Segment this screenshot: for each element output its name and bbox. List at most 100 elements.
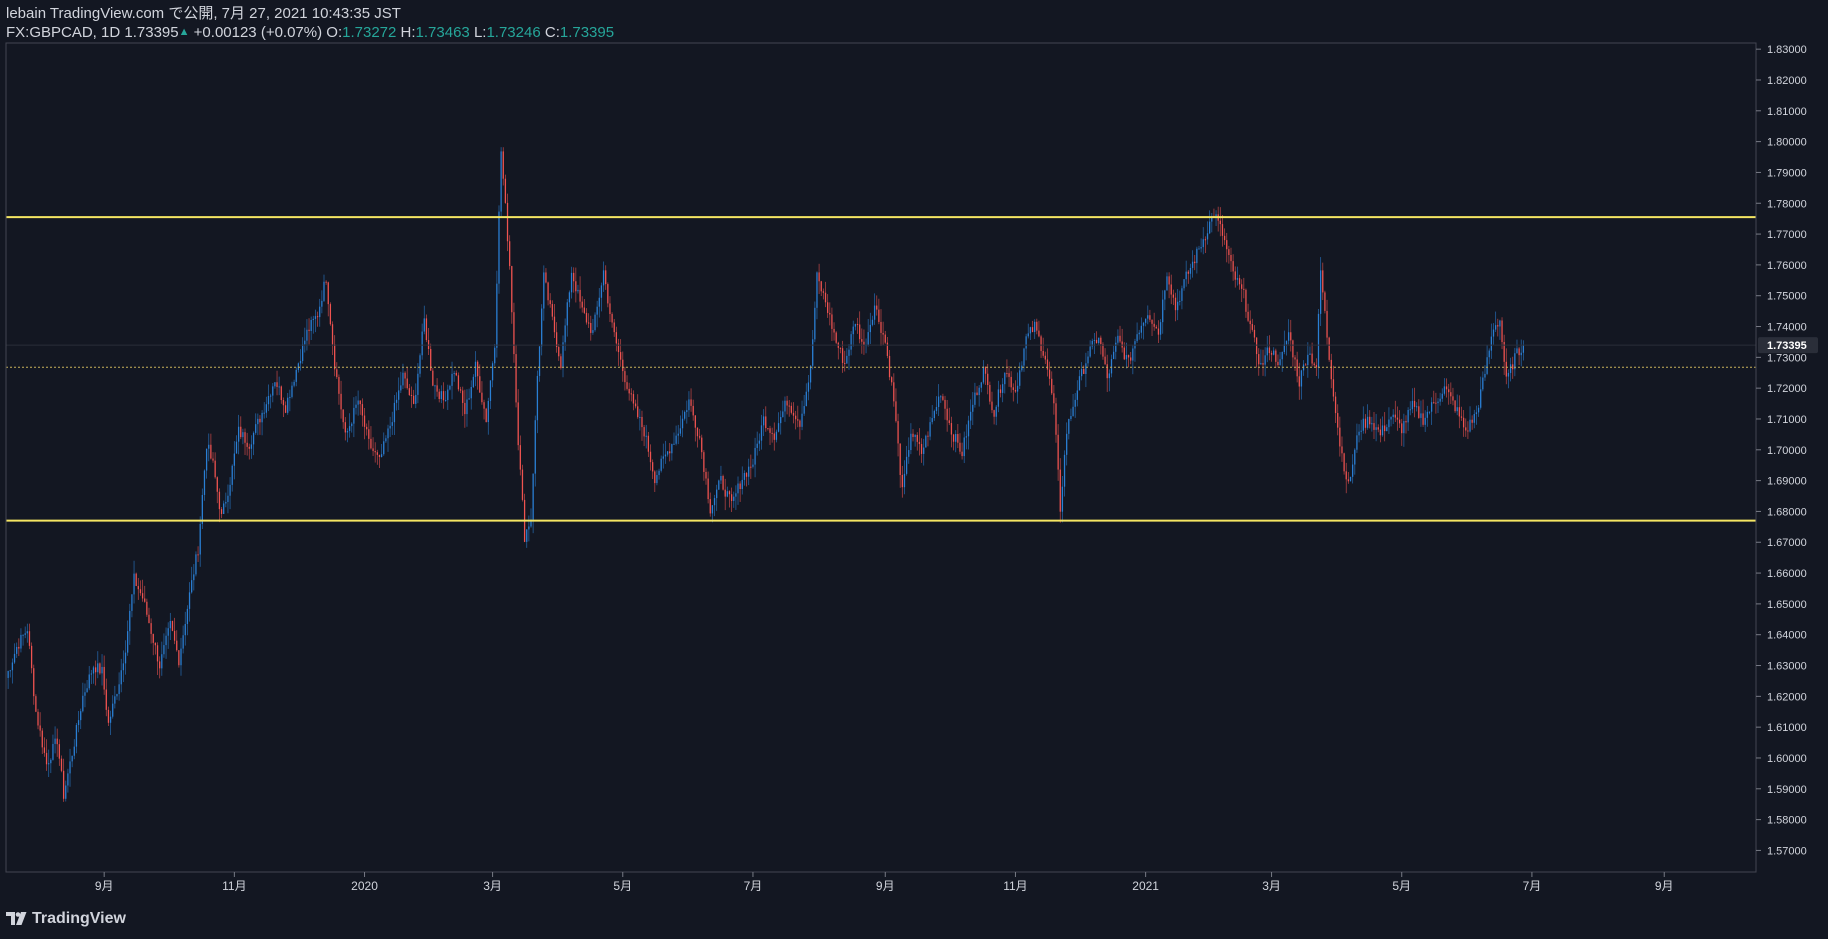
candle-up — [16, 646, 18, 654]
candle-up — [242, 432, 244, 438]
candle-down — [216, 477, 218, 492]
candle-up — [1375, 427, 1377, 430]
candle-up — [468, 398, 470, 400]
candle-down — [1326, 310, 1328, 338]
candle-up — [1215, 214, 1217, 217]
candle-up — [90, 673, 93, 675]
candle-down — [652, 462, 654, 472]
candle-down — [1452, 396, 1454, 401]
candle-down — [1223, 235, 1226, 241]
candle-up — [449, 385, 451, 390]
candle-up — [1004, 373, 1006, 385]
candle-down — [1010, 376, 1012, 388]
candle-up — [434, 385, 436, 387]
candle-up — [1477, 407, 1480, 413]
candle-down — [893, 382, 895, 402]
candle-down — [619, 352, 622, 360]
candle-up — [803, 406, 805, 414]
candle-up — [252, 432, 255, 445]
candle-down — [876, 305, 878, 310]
candle-down — [30, 645, 33, 669]
candlestick-chart[interactable]: 1.83000 1.82000 1.81000 1.80000 1.79000 1.780… — [0, 0, 1828, 939]
candle-up — [969, 411, 972, 421]
price-tick-label: 1.57000 — [1767, 845, 1807, 857]
candle-up — [466, 399, 468, 415]
candle-up — [1486, 357, 1488, 374]
candle-down — [103, 666, 105, 690]
candle-up — [801, 413, 803, 427]
candle-up — [165, 635, 167, 646]
candle-up — [995, 406, 997, 417]
candle-up — [1509, 364, 1512, 373]
candle-down — [558, 347, 560, 357]
time-axis[interactable]: 9月 11月 2020 3月 5月 7月 9月 11月 2021 3月 5月 7月 9月 — [95, 872, 1674, 893]
candle-down — [479, 376, 481, 393]
candle-up — [380, 454, 383, 458]
candle-up — [73, 746, 75, 756]
candle-down — [643, 427, 645, 437]
candle-up — [487, 400, 489, 423]
candle-up — [205, 448, 208, 471]
candle-up — [385, 438, 387, 442]
candle-up — [231, 465, 233, 485]
candle-up — [1080, 369, 1083, 377]
candle-down — [1228, 249, 1230, 256]
candle-down — [432, 370, 434, 386]
candle-down — [276, 382, 278, 387]
candle-up — [122, 663, 125, 671]
candle-up — [82, 695, 84, 712]
candle-down — [1155, 326, 1157, 329]
candle-up — [1362, 418, 1364, 431]
candle-down — [18, 646, 20, 649]
candle-up — [278, 386, 280, 388]
price-tick-label: 1.81000 — [1767, 106, 1807, 118]
candle-up — [440, 391, 443, 399]
price-tick-label: 1.69000 — [1767, 476, 1807, 488]
candle-down — [1339, 427, 1341, 447]
candle-down — [927, 435, 929, 437]
candle-up — [9, 670, 11, 672]
candle-up — [594, 314, 596, 331]
candle-up — [816, 272, 818, 308]
candle-down — [150, 623, 152, 634]
candle-down — [1518, 348, 1520, 356]
candle-up — [1144, 318, 1147, 323]
candle-down — [895, 401, 897, 422]
candle-up — [287, 397, 289, 413]
candle-down — [519, 445, 521, 470]
price-axis[interactable]: 1.83000 1.82000 1.81000 1.80000 1.79000 1.780… — [1756, 44, 1807, 857]
candle-up — [1112, 351, 1115, 360]
candle-down — [1048, 369, 1051, 379]
candle-down — [1322, 270, 1324, 293]
candle-down — [372, 448, 374, 452]
candle-down — [144, 598, 146, 602]
candle-up — [26, 631, 28, 634]
candle-down — [611, 314, 613, 323]
candle-down — [404, 372, 406, 379]
price-tick-label: 1.60000 — [1767, 753, 1807, 765]
price-tick-label: 1.70000 — [1767, 445, 1807, 457]
candle-down — [361, 404, 364, 416]
candle-up — [873, 305, 876, 320]
candle-up — [1260, 363, 1262, 365]
candle-up — [22, 634, 24, 636]
candle-down — [1051, 378, 1053, 394]
candle-down — [1219, 220, 1221, 225]
candle-up — [1360, 430, 1362, 432]
candle-up — [1177, 301, 1179, 311]
candle-up — [1108, 373, 1110, 379]
price-tick-label: 1.73000 — [1767, 352, 1807, 364]
candle-up — [566, 302, 568, 326]
candle-down — [1505, 361, 1507, 377]
candle-down — [728, 491, 731, 495]
candle-up — [265, 404, 268, 413]
candle-up — [233, 453, 235, 466]
candle-up — [1407, 409, 1409, 423]
candle-up — [299, 360, 302, 364]
candle-up — [1492, 329, 1495, 337]
candle-down — [1460, 416, 1463, 418]
tradingview-logo[interactable]: TradingView — [6, 910, 126, 928]
candle-down — [1253, 329, 1256, 338]
candle-down — [359, 400, 361, 405]
candle-down — [1292, 340, 1294, 358]
